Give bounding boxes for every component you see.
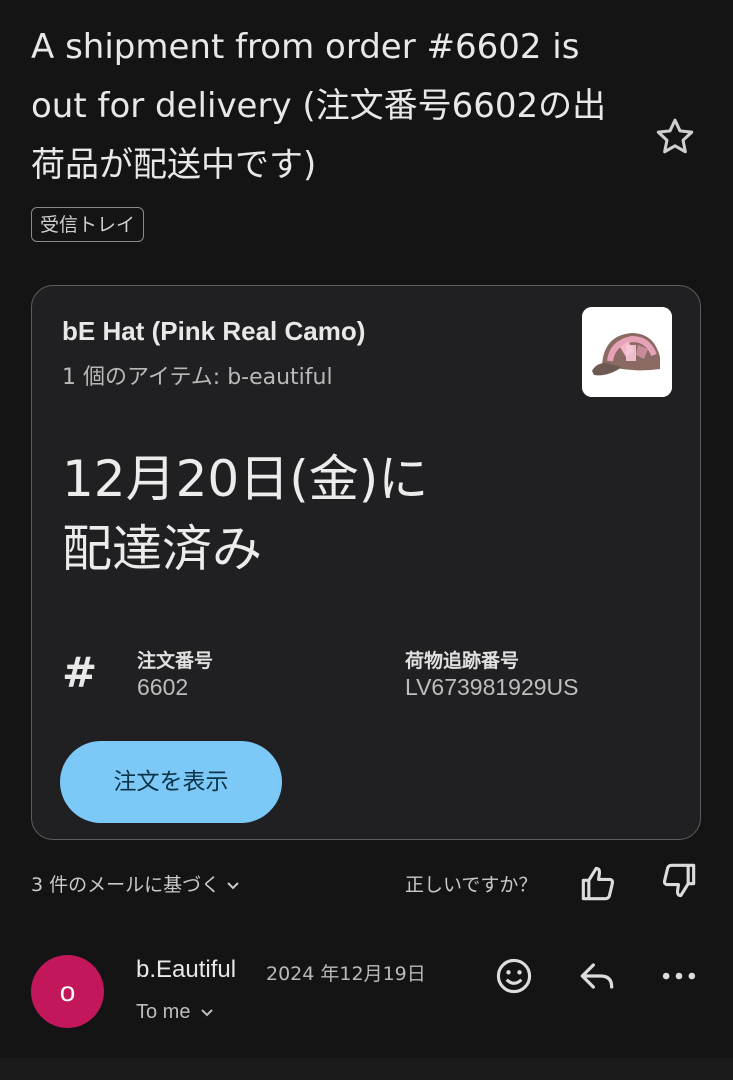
bottom-action-bar [0, 1058, 733, 1080]
hash-icon: # [62, 648, 98, 697]
emoji-icon[interactable] [492, 954, 536, 998]
product-name: bE Hat (Pink Real Camo) [62, 316, 366, 346]
recipient-details[interactable]: To me [136, 1001, 214, 1024]
cap-image-icon [582, 307, 672, 397]
tracking-number-label: 荷物追跡番号 [405, 650, 520, 672]
based-on-label: 3 件のメールに基づく [31, 874, 221, 896]
sent-date: 2024 年12月19日 [266, 963, 426, 985]
tracking-number-value[interactable]: LV673981929US [405, 674, 579, 701]
recipient-label: To me [136, 1001, 191, 1023]
thumbs-down-icon[interactable] [657, 858, 701, 902]
based-on-emails[interactable]: 3 件のメールに基づく [31, 870, 240, 897]
sender-name[interactable]: b.Eautiful [136, 956, 236, 984]
chevron-down-icon [227, 882, 239, 890]
order-number-label: 注文番号 [137, 650, 214, 672]
view-order-button[interactable]: 注文を表示 [60, 741, 282, 823]
product-item-count: 1 個のアイテム: b-eautiful [62, 365, 333, 390]
delivery-date: 12月20日(金)に [62, 450, 429, 508]
order-summary-card: bE Hat (Pink Real Camo) 1 個のアイテム: b-eaut… [31, 285, 701, 840]
more-icon[interactable] [657, 954, 701, 998]
reply-icon[interactable] [575, 954, 619, 998]
thumbs-up-icon[interactable] [576, 862, 620, 906]
product-thumbnail [582, 307, 672, 397]
inbox-label-chip[interactable]: 受信トレイ [31, 207, 145, 242]
avatar[interactable]: o [31, 955, 104, 1028]
feedback-question: 正しいですか？ [405, 874, 538, 896]
email-subject: A shipment from order #6602 is out for d… [31, 27, 607, 185]
chevron-down-icon [201, 1009, 214, 1017]
order-number-value: 6602 [137, 674, 189, 700]
delivery-status: 12月20日(金)に 配達済み [62, 444, 622, 584]
star-icon[interactable] [652, 114, 698, 160]
delivery-state: 配達済み [62, 520, 262, 578]
